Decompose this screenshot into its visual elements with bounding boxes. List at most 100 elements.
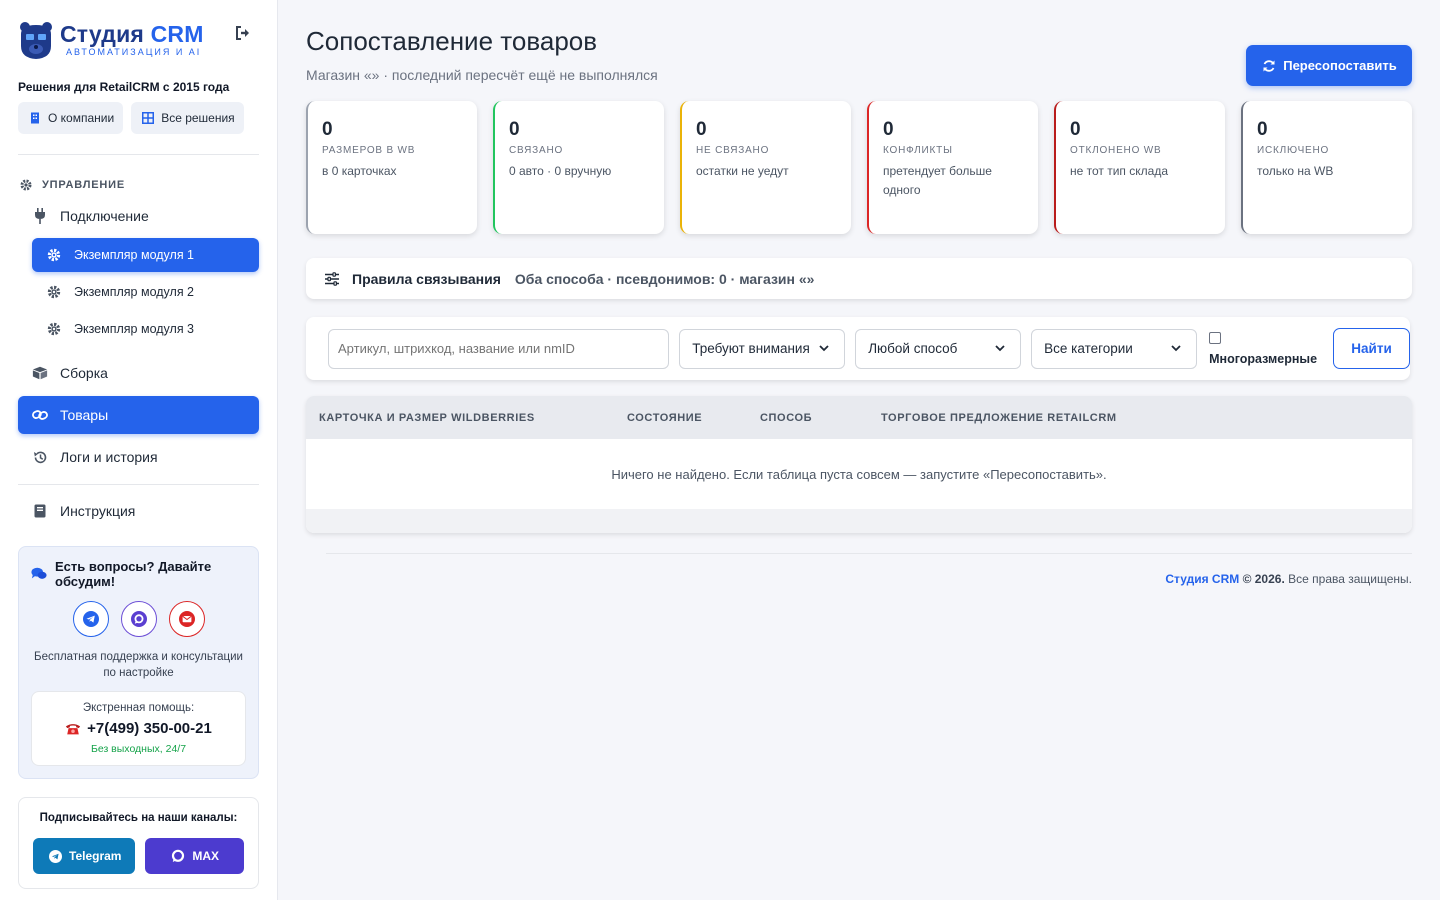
grid-icon	[140, 110, 156, 126]
history-icon	[32, 449, 48, 465]
logout-icon[interactable]	[235, 26, 253, 42]
gear-icon	[46, 321, 62, 337]
chevron-down-icon	[1168, 341, 1184, 357]
stat-value: 0	[509, 119, 520, 140]
all-solutions-label: Все решения	[161, 111, 235, 125]
sidebar-item-products[interactable]: Товары	[18, 396, 259, 434]
stat-card-conflicts: 0 КОНФЛИКТЫ претендует больше одного	[867, 101, 1038, 234]
sidebar-item-logs-label: Логи и история	[60, 449, 158, 465]
column-header-offer[interactable]: ТОРГОВОЕ ПРЕДЛОЖЕНИЕ RETAILCRM	[881, 412, 1117, 424]
support-title: Есть вопросы? Давайте обсудим!	[55, 559, 212, 589]
stat-card-unlinked: 0 НЕ СВЯЗАНО остатки не уедут	[680, 101, 851, 234]
footer-divider	[326, 553, 1412, 554]
refresh-icon	[1261, 58, 1277, 74]
stat-note: остатки не уедут	[696, 164, 789, 178]
envelope-icon	[178, 611, 195, 627]
category-select-value: Все категории	[1044, 341, 1133, 356]
multisize-checkbox[interactable]	[1209, 331, 1222, 344]
email-contact-button[interactable]	[168, 601, 205, 637]
status-select[interactable]: Требуют внимания	[679, 328, 846, 369]
stat-label: СВЯЗАНО	[509, 145, 564, 156]
emergency-phone: +7(499) 350-00-21	[87, 720, 212, 737]
resync-button[interactable]: Пересопоставить	[1246, 45, 1412, 86]
linking-rules-bar[interactable]: Правила связывания Оба способа · псевдон…	[306, 258, 1412, 299]
max-contact-button[interactable]	[120, 601, 157, 637]
category-select[interactable]: Все категории	[1031, 328, 1198, 369]
link-icon	[32, 407, 48, 423]
subscribe-card: Подписывайтесь на наши каналы: Telegram …	[18, 797, 259, 889]
support-card: Есть вопросы? Давайте обсудим! Бесплатна…	[18, 546, 259, 779]
sliders-icon	[324, 271, 340, 287]
about-company-label: О компании	[48, 111, 115, 125]
sidebar-item-assembly[interactable]: Сборка	[18, 354, 259, 392]
telegram-channel-button[interactable]: Telegram	[33, 838, 136, 874]
status-select-value: Требуют внимания	[692, 341, 810, 356]
column-header-method[interactable]: СПОСОБ	[760, 412, 881, 424]
find-button[interactable]: Найти	[1333, 328, 1410, 369]
stat-card-linked: 0 СВЯЗАНО 0 авто · 0 вручную	[493, 101, 664, 234]
stat-label: НЕ СВЯЗАНО	[696, 145, 770, 156]
table-footer	[306, 509, 1412, 533]
sidebar-item-module-3[interactable]: Экземпляр модуля 3	[32, 312, 259, 346]
brand-logo[interactable]: Студия CRM АВТОМАТИЗАЦИЯ И AI	[18, 18, 259, 62]
stat-label: КОНФЛИКТЫ	[883, 145, 953, 156]
sidebar-item-docs[interactable]: Инструкция	[18, 492, 259, 530]
gear-icon	[46, 247, 62, 263]
availability-text: Без выходных, 24/7	[90, 743, 187, 755]
stat-value: 0	[322, 119, 333, 140]
stat-note: только на WB	[1257, 164, 1334, 178]
brand-subtitle: АВТОМАТИЗАЦИЯ И AI	[66, 47, 202, 57]
stat-label: ОТКЛОНЕНО WB	[1070, 145, 1162, 156]
sidebar-item-module-1[interactable]: Экземпляр модуля 1	[32, 238, 259, 272]
column-header-card[interactable]: КАРТОЧКА И РАЗМЕР WILDBERRIES	[319, 412, 627, 424]
book-icon	[32, 503, 48, 519]
telegram-icon	[82, 611, 99, 627]
stat-label: ИСКЛЮЧЕНО	[1257, 145, 1330, 156]
boxes-icon	[32, 365, 48, 381]
sidebar-item-products-label: Товары	[60, 407, 109, 423]
page-footer: Студия CRM © 2026. Все права защищены.	[306, 572, 1412, 586]
multisize-filter: Многоразмерные	[1209, 331, 1317, 366]
linking-rules-title: Правила связывания	[352, 270, 501, 287]
plug-icon	[32, 208, 48, 224]
stat-card-sizes: 0 РАЗМЕРОВ В WB в 0 карточках	[306, 101, 477, 234]
sidebar-divider	[18, 484, 259, 485]
sidebar: Студия CRM АВТОМАТИЗАЦИЯ И AI Решения дл…	[0, 0, 278, 900]
bear-logo-icon	[18, 20, 54, 60]
search-input[interactable]	[328, 328, 670, 369]
footer-brand-link[interactable]: Студия CRM	[1165, 572, 1239, 586]
sidebar-item-connection[interactable]: Подключение	[18, 197, 259, 235]
method-select[interactable]: Любой способ	[855, 328, 1022, 369]
emergency-phone-link[interactable]: +7(499) 350-00-21	[40, 720, 237, 737]
filter-bar: Требуют внимания Любой способ Все катего…	[306, 317, 1410, 380]
stat-value: 0	[1257, 119, 1268, 140]
sidebar-item-docs-label: Инструкция	[60, 503, 136, 519]
stat-value: 0	[883, 119, 894, 140]
emergency-card: Экстренная помощь: +7(499) 350-00-21 Без…	[31, 691, 246, 766]
telegram-icon	[47, 848, 63, 864]
method-select-value: Любой способ	[868, 341, 958, 356]
stat-note: претендует больше одного	[883, 164, 992, 197]
all-solutions-link[interactable]: Все решения	[131, 102, 244, 134]
linking-rules-info: Оба способа · псевдонимов: 0 · магазин «…	[514, 270, 815, 287]
gear-icon	[46, 284, 62, 300]
about-company-link[interactable]: О компании	[18, 102, 124, 134]
stat-card-excluded: 0 ИСКЛЮЧЕНО только на WB	[1241, 101, 1412, 234]
max-icon	[170, 848, 186, 864]
brand-title-accent: CRM	[150, 21, 204, 47]
empty-table-message: Ничего не найдено. Если таблица пуста со…	[611, 466, 1107, 482]
brand-title-main: Студия	[60, 21, 145, 47]
stat-note: 0 авто · 0 вручную	[509, 164, 612, 178]
chevron-down-icon	[992, 341, 1008, 357]
building-icon	[27, 110, 43, 126]
sidebar-item-module-2[interactable]: Экземпляр модуля 2	[32, 275, 259, 309]
subscribe-title: Подписывайтесь на наши каналы:	[39, 812, 238, 824]
mapping-table: КАРТОЧКА И РАЗМЕР WILDBERRIES СОСТОЯНИЕ …	[306, 396, 1412, 533]
section-management: УПРАВЛЕНИЕ	[18, 177, 259, 193]
telegram-contact-button[interactable]	[72, 601, 109, 637]
sidebar-item-logs[interactable]: Логи и история	[18, 438, 259, 476]
main-content: Сопоставление товаров Магазин «» · после…	[278, 0, 1440, 900]
stat-card-rejected: 0 ОТКЛОНЕНО WB не тот тип склада	[1054, 101, 1225, 234]
max-channel-button[interactable]: MAX	[145, 838, 244, 874]
column-header-state[interactable]: СОСТОЯНИЕ	[627, 412, 760, 424]
